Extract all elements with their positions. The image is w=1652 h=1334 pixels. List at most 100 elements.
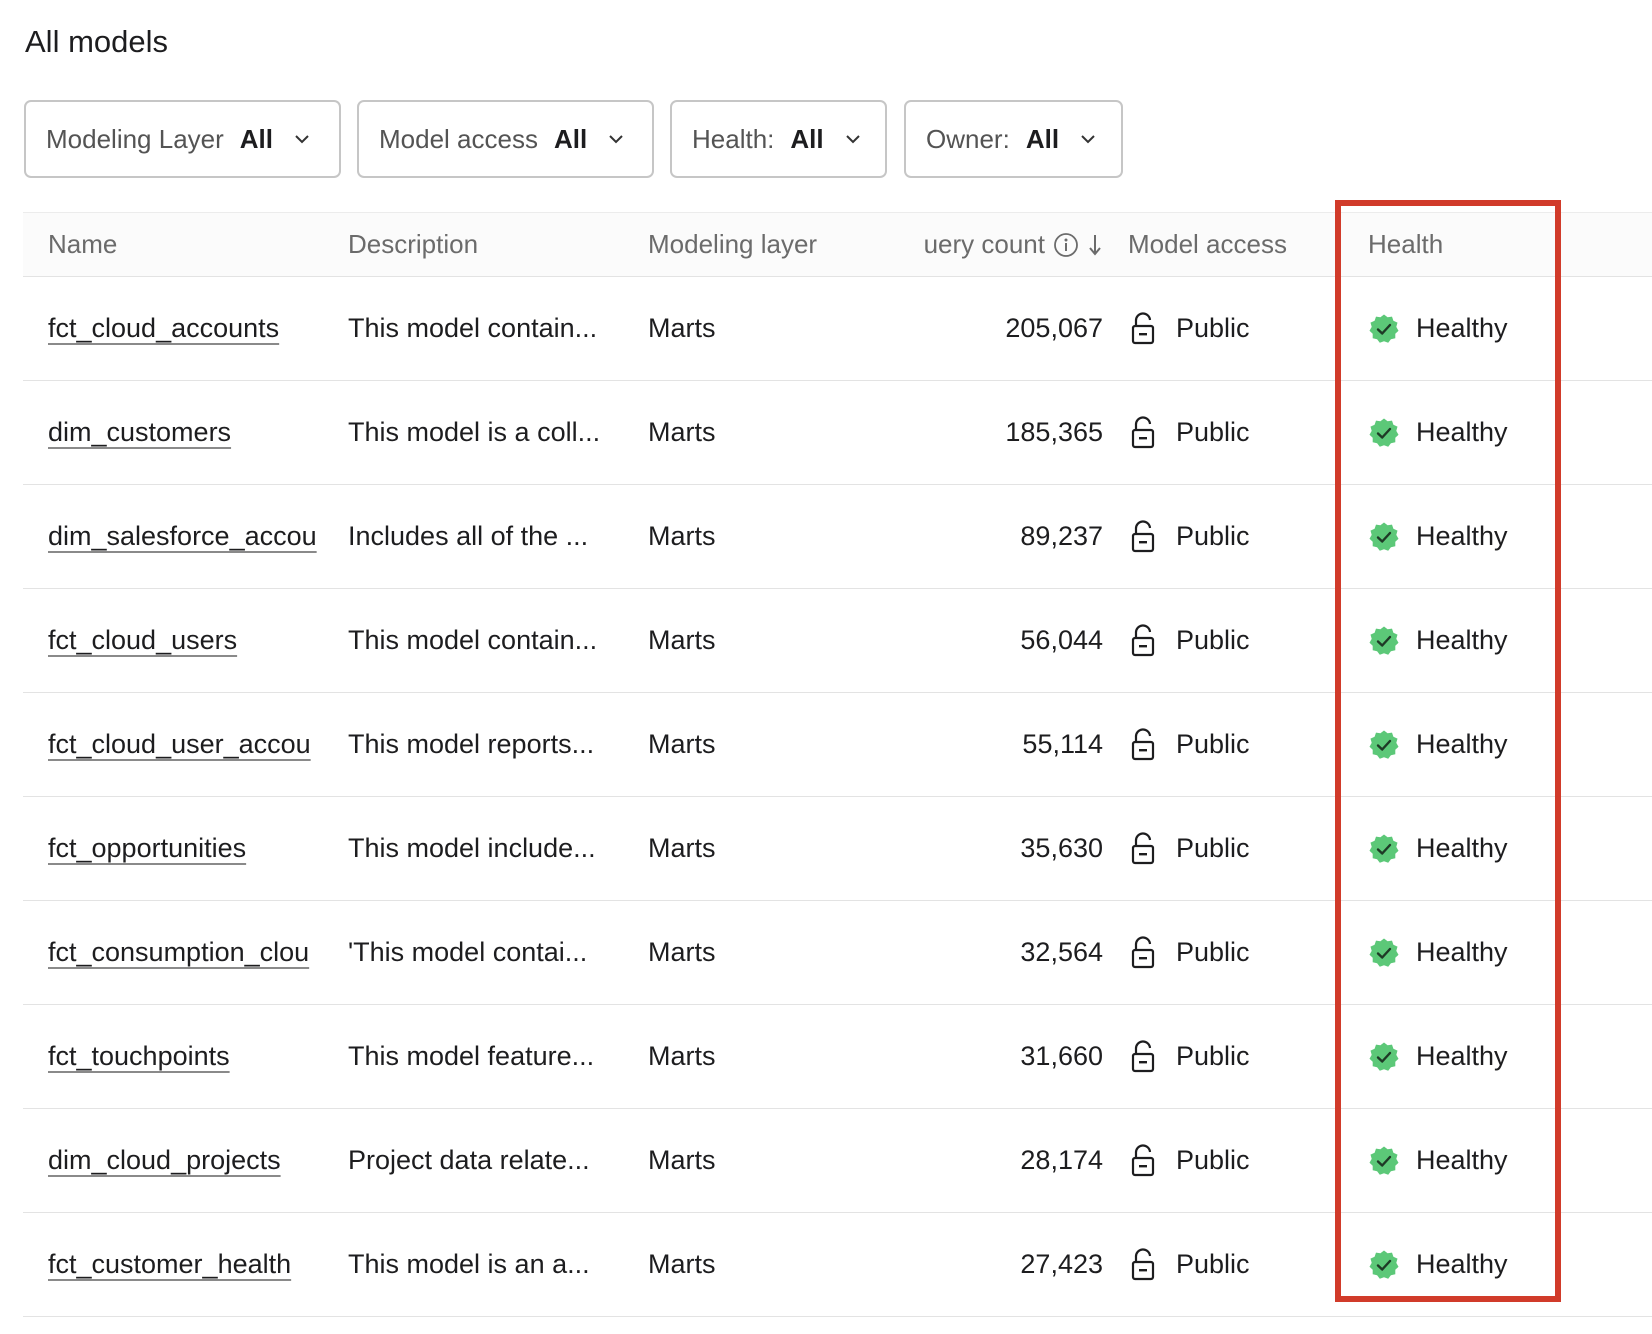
model-query-count: 56,044 bbox=[1020, 625, 1103, 655]
model-query-count: 32,564 bbox=[1020, 937, 1103, 967]
filter-value: All bbox=[553, 123, 588, 154]
model-health: Healthy bbox=[1368, 797, 1558, 900]
filter-label: Model access bbox=[379, 123, 538, 154]
table-row[interactable]: fct_consumption_clou 'This model contai.… bbox=[23, 901, 1652, 1005]
model-name-link[interactable]: fct_cloud_users bbox=[48, 589, 320, 692]
model-description: This model include... bbox=[348, 833, 596, 863]
column-header-model-access[interactable]: Model access bbox=[1128, 213, 1348, 276]
model-modeling-layer: Marts bbox=[648, 313, 716, 343]
filter-health[interactable]: Health: All bbox=[670, 100, 887, 178]
model-access-label: Public bbox=[1176, 1041, 1250, 1071]
healthy-check-badge-icon bbox=[1368, 625, 1400, 657]
model-health: Healthy bbox=[1368, 901, 1558, 1004]
unlocked-icon bbox=[1128, 623, 1158, 658]
healthy-check-badge-icon bbox=[1368, 833, 1400, 865]
model-health-label: Healthy bbox=[1416, 729, 1508, 759]
model-health: Healthy bbox=[1368, 277, 1558, 380]
filter-label: Owner: bbox=[926, 123, 1010, 154]
healthy-check-badge-icon bbox=[1368, 729, 1400, 761]
model-access: Public bbox=[1128, 797, 1348, 900]
model-modeling-layer: Marts bbox=[648, 833, 716, 863]
table-row[interactable]: dim_customers This model is a coll... Ma… bbox=[23, 381, 1652, 485]
model-description: Project data relate... bbox=[348, 1145, 590, 1175]
column-header-description[interactable]: Description bbox=[348, 213, 618, 276]
table-row[interactable]: fct_cloud_user_accou This model reports.… bbox=[23, 693, 1652, 797]
unlocked-icon bbox=[1128, 519, 1158, 554]
model-name-link[interactable]: dim_cloud_projects bbox=[48, 1109, 320, 1212]
model-description: This model contain... bbox=[348, 625, 598, 655]
model-access: Public bbox=[1128, 901, 1348, 1004]
model-name-link[interactable]: fct_cloud_user_accou bbox=[48, 693, 320, 796]
model-modeling-layer: Marts bbox=[648, 1041, 716, 1071]
model-name-link[interactable]: fct_touchpoints bbox=[48, 1005, 320, 1108]
model-query-count: 27,423 bbox=[1020, 1249, 1103, 1279]
model-name-link[interactable]: fct_opportunities bbox=[48, 797, 320, 900]
model-query-count: 55,114 bbox=[1022, 729, 1103, 759]
model-name-link[interactable]: fct_customer_health bbox=[48, 1213, 320, 1316]
column-header-name[interactable]: Name bbox=[48, 213, 318, 276]
model-access: Public bbox=[1128, 1109, 1348, 1212]
unlocked-icon bbox=[1128, 831, 1158, 866]
table-row[interactable]: fct_cloud_users This model contain... Ma… bbox=[23, 589, 1652, 693]
model-modeling-layer: Marts bbox=[648, 625, 716, 655]
healthy-check-badge-icon bbox=[1368, 1249, 1400, 1281]
column-header-health[interactable]: Health bbox=[1368, 213, 1548, 276]
model-name-link[interactable]: dim_salesforce_accou bbox=[48, 485, 320, 588]
filter-model-access[interactable]: Model access All bbox=[357, 100, 654, 178]
unlocked-icon bbox=[1128, 935, 1158, 970]
models-table: Name Description Modeling layer Query co… bbox=[23, 212, 1652, 1317]
table-row[interactable]: dim_salesforce_accou Includes all of the… bbox=[23, 485, 1652, 589]
model-health: Healthy bbox=[1368, 485, 1558, 588]
model-access-label: Public bbox=[1176, 1249, 1250, 1279]
model-access: Public bbox=[1128, 1213, 1348, 1316]
sort-descending-icon[interactable] bbox=[1087, 232, 1103, 258]
model-query-count: 205,067 bbox=[1005, 313, 1103, 343]
column-header-query-count-label: Query count bbox=[925, 229, 1045, 259]
unlocked-icon bbox=[1128, 1247, 1158, 1282]
table-row[interactable]: fct_touchpoints This model feature... Ma… bbox=[23, 1005, 1652, 1109]
unlocked-icon bbox=[1128, 1039, 1158, 1074]
table-row[interactable]: fct_cloud_accounts This model contain...… bbox=[23, 277, 1652, 381]
model-modeling-layer: Marts bbox=[648, 1145, 716, 1175]
filter-label: Modeling Layer bbox=[46, 123, 224, 154]
table-header: Name Description Modeling layer Query co… bbox=[23, 212, 1652, 277]
table-body: fct_cloud_accounts This model contain...… bbox=[23, 277, 1652, 1317]
model-access-label: Public bbox=[1176, 625, 1250, 655]
filter-owner[interactable]: Owner: All bbox=[904, 100, 1123, 178]
model-modeling-layer: Marts bbox=[648, 521, 716, 551]
model-description: This model reports... bbox=[348, 729, 595, 759]
model-access: Public bbox=[1128, 381, 1348, 484]
model-name-link[interactable]: dim_customers bbox=[48, 381, 320, 484]
filter-value: All bbox=[239, 123, 274, 154]
filter-label: Health: bbox=[692, 123, 775, 154]
healthy-check-badge-icon bbox=[1368, 1145, 1400, 1177]
model-access-label: Public bbox=[1176, 833, 1250, 863]
model-description: Includes all of the ... bbox=[348, 521, 589, 551]
unlocked-icon bbox=[1128, 415, 1158, 450]
model-health-label: Healthy bbox=[1416, 833, 1508, 863]
model-modeling-layer: Marts bbox=[648, 937, 716, 967]
model-modeling-layer: Marts bbox=[648, 1249, 716, 1279]
column-header-query-count[interactable]: Query count bbox=[908, 213, 1103, 276]
table-row[interactable]: dim_cloud_projects Project data relate..… bbox=[23, 1109, 1652, 1213]
filter-modeling-layer[interactable]: Modeling Layer All bbox=[24, 100, 341, 178]
model-health: Healthy bbox=[1368, 1109, 1558, 1212]
model-health: Healthy bbox=[1368, 1005, 1558, 1108]
model-access-label: Public bbox=[1176, 1145, 1250, 1175]
table-row[interactable]: fct_customer_health This model is an a..… bbox=[23, 1213, 1652, 1317]
model-health-label: Healthy bbox=[1416, 1249, 1508, 1279]
model-access-label: Public bbox=[1176, 521, 1250, 551]
model-query-count: 89,237 bbox=[1020, 521, 1103, 551]
column-header-modeling-layer[interactable]: Modeling layer bbox=[648, 213, 908, 276]
model-name-link[interactable]: fct_cloud_accounts bbox=[48, 277, 320, 380]
model-access-label: Public bbox=[1176, 729, 1250, 759]
model-access-label: Public bbox=[1176, 937, 1250, 967]
model-name-link[interactable]: fct_consumption_clou bbox=[48, 901, 320, 1004]
model-access-label: Public bbox=[1176, 417, 1250, 447]
info-icon[interactable] bbox=[1053, 232, 1079, 258]
healthy-check-badge-icon bbox=[1368, 417, 1400, 449]
model-description: This model contain... bbox=[348, 313, 598, 343]
model-health: Healthy bbox=[1368, 381, 1558, 484]
chevron-down-icon bbox=[293, 133, 311, 145]
table-row[interactable]: fct_opportunities This model include... … bbox=[23, 797, 1652, 901]
